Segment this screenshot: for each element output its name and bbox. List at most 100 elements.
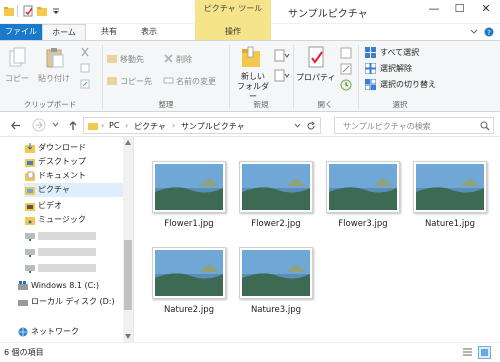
forward-icon[interactable]: [32, 118, 46, 132]
windows-drive-icon: [18, 281, 28, 290]
nav-item-downloads[interactable]: ダウンロード: [25, 141, 123, 155]
nav-item-network[interactable]: ネットワーク: [18, 325, 123, 339]
search-input[interactable]: サンプルピクチャの検索: [343, 121, 431, 132]
file-item[interactable]: Nature1.jpg: [410, 161, 490, 251]
separator: [358, 45, 359, 109]
expand-ribbon-icon[interactable]: [470, 28, 478, 36]
nav-item-network-drive[interactable]: [25, 261, 123, 275]
search-icon[interactable]: [480, 121, 490, 131]
paste-button[interactable]: 貼り付け: [38, 47, 74, 91]
nav-item-desktop[interactable]: デスクトップ: [25, 155, 123, 169]
properties-button[interactable]: プロパティ: [296, 45, 336, 97]
file-thumbnail: [152, 161, 226, 213]
scroll-down-icon[interactable]: [125, 334, 131, 339]
copy-to-button[interactable]: コピー先: [120, 76, 152, 87]
open-group-label: 開く: [317, 100, 333, 109]
videos-icon: [25, 203, 35, 211]
network-drive-icon: [25, 233, 35, 241]
tab-home[interactable]: ホーム: [42, 24, 86, 40]
breadcrumb-separator: ›: [101, 121, 105, 130]
paste-shortcut-icon[interactable]: [80, 79, 90, 89]
back-icon[interactable]: [10, 120, 22, 131]
nav-item-label: ミュージック: [38, 215, 86, 224]
file-item[interactable]: Flower1.jpg: [149, 161, 229, 251]
minimize-button[interactable]: —: [421, 0, 447, 18]
delete-button[interactable]: 削除: [176, 54, 192, 65]
copy-to-icon: [107, 77, 117, 85]
nav-item-label: ドキュメント: [38, 171, 86, 180]
file-thumbnail: [413, 161, 487, 213]
nav-item-videos[interactable]: ビデオ: [25, 199, 123, 213]
close-button[interactable]: ✕: [472, 0, 500, 18]
details-view-icon[interactable]: [462, 347, 473, 358]
new-folder-icon[interactable]: [36, 5, 48, 17]
new-group-label: 新規: [253, 100, 269, 109]
network-drive-icon: [25, 249, 35, 257]
title-bar: ピクチャ ツール サンプルピクチャ — ☐ ✕: [0, 0, 500, 40]
download-icon: [25, 143, 35, 153]
clipboard-group-label: クリップボード: [23, 100, 77, 109]
nav-item-drive-c[interactable]: Windows 8.1 (C:): [18, 279, 123, 293]
properties-icon[interactable]: [22, 5, 34, 17]
file-item[interactable]: Flower2.jpg: [236, 161, 316, 251]
breadcrumb-separator: ›: [125, 121, 129, 130]
up-icon[interactable]: [68, 120, 78, 131]
properties-label: プロパティ: [296, 73, 336, 82]
new-folder-button[interactable]: 新しい フォルダー: [232, 45, 270, 101]
customize-quick-access-icon[interactable]: [50, 5, 62, 17]
new-folder-label: 新しい フォルダー: [237, 72, 269, 101]
copy-icon: [9, 47, 26, 67]
nav-item-documents[interactable]: ドキュメント: [25, 169, 123, 183]
search-box[interactable]: サンプルピクチャの検索: [334, 117, 494, 134]
new-item-icon[interactable]: [274, 49, 290, 62]
cut-icon[interactable]: [80, 47, 90, 57]
file-name: Nature3.jpg: [250, 305, 302, 315]
file-thumbnail: [152, 247, 226, 299]
move-to-button[interactable]: 移動先: [120, 54, 144, 65]
easy-access-icon[interactable]: [274, 69, 290, 82]
paste-icon: [46, 48, 64, 68]
tab-view[interactable]: 表示: [130, 24, 168, 40]
file-item[interactable]: Nature3.jpg: [236, 247, 316, 337]
address-bar[interactable]: › PC › ピクチャ › サンプルピクチャ: [83, 117, 321, 134]
breadcrumb-pc[interactable]: PC: [109, 121, 119, 130]
copy-path-icon[interactable]: [80, 63, 90, 73]
documents-icon: [25, 171, 35, 181]
maximize-button[interactable]: ☐: [447, 0, 472, 18]
help-icon[interactable]: ?: [484, 27, 494, 37]
refresh-icon[interactable]: [306, 121, 316, 131]
rename-button[interactable]: 名前の変更: [176, 76, 216, 87]
recent-locations-icon[interactable]: [52, 122, 59, 128]
file-item[interactable]: Nature2.jpg: [149, 247, 229, 337]
nav-item-drive-d[interactable]: ローカル ディスク (D:): [18, 295, 123, 309]
organize-group-label: 整理: [158, 100, 174, 109]
nav-item-music[interactable]: ミュージック: [25, 213, 123, 227]
file-item[interactable]: Flower3.jpg: [323, 161, 403, 251]
tab-manage[interactable]: 操作: [195, 24, 271, 40]
scroll-up-icon[interactable]: [125, 140, 131, 145]
blurred-label: [38, 248, 96, 256]
nav-scrollbar-thumb[interactable]: [124, 240, 132, 310]
large-icons-view-icon[interactable]: [478, 346, 491, 359]
breadcrumb-pictures[interactable]: ピクチャ: [134, 121, 166, 132]
nav-item-network-drive[interactable]: [25, 245, 123, 259]
nav-item-pictures[interactable]: ピクチャ: [24, 183, 123, 197]
edit-icon[interactable]: [340, 63, 352, 75]
address-dropdown-icon[interactable]: [294, 123, 301, 129]
tab-file[interactable]: ファイル: [0, 24, 42, 40]
move-to-icon: [107, 55, 117, 63]
open-icon[interactable]: [340, 47, 352, 59]
copy-label: コピー: [5, 74, 29, 83]
select-none-button[interactable]: 選択解除: [380, 63, 412, 74]
select-all-button[interactable]: すべて選択: [380, 47, 419, 58]
tab-share[interactable]: 共有: [90, 24, 128, 40]
nav-item-network-drive[interactable]: [25, 229, 123, 243]
context-tab-group-label: ピクチャ ツール: [203, 4, 263, 13]
item-count: 6 個の項目: [4, 348, 44, 357]
history-icon[interactable]: [340, 79, 352, 91]
rename-icon: [163, 77, 174, 84]
breadcrumb-sample-pictures[interactable]: サンプルピクチャ: [181, 121, 245, 132]
music-icon: [25, 217, 35, 225]
invert-selection-button[interactable]: 選択の切り替え: [380, 79, 436, 90]
copy-button[interactable]: コピー: [5, 47, 31, 91]
